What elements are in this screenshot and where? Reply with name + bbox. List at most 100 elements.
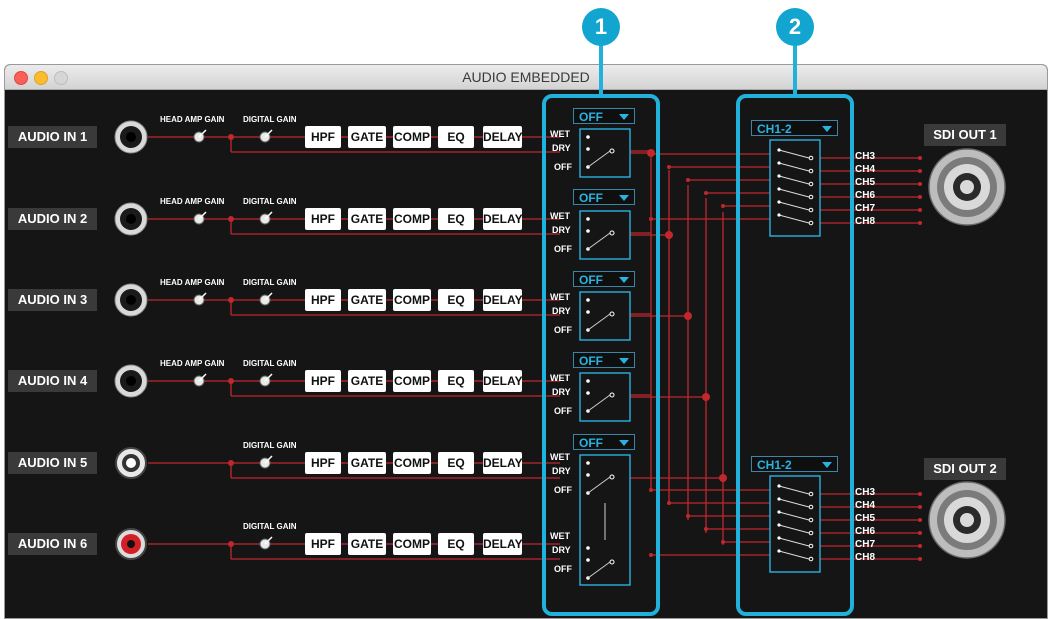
wet-label: WET bbox=[550, 531, 570, 541]
fx-delay-button[interactable]: DELAY bbox=[483, 126, 523, 148]
fx-delay-button[interactable]: DELAY bbox=[483, 370, 523, 392]
mix-mode-select[interactable]: OFF bbox=[573, 271, 635, 287]
fx-delay-button[interactable]: DELAY bbox=[483, 208, 523, 230]
mix-mode-select[interactable]: OFF bbox=[573, 108, 635, 124]
fx-hpf-button[interactable]: HPF bbox=[305, 452, 341, 474]
mix-mode-value: OFF bbox=[579, 354, 603, 368]
fx-comp-button[interactable]: COMP bbox=[393, 533, 431, 555]
audio-in-label: AUDIO IN 5 bbox=[8, 452, 97, 474]
channel-label: CH8 bbox=[855, 552, 876, 563]
fx-eq-button[interactable]: EQ bbox=[438, 289, 474, 311]
head-amp-gain-label: HEAD AMP GAIN bbox=[160, 197, 225, 206]
audio-in-label: AUDIO IN 4 bbox=[8, 370, 97, 392]
digital-gain-label: DIGITAL GAIN bbox=[243, 441, 297, 450]
off-label: OFF bbox=[554, 325, 572, 335]
audio-in-label: AUDIO IN 2 bbox=[8, 208, 97, 230]
callout-2-badge: 2 bbox=[776, 8, 814, 46]
off-label: OFF bbox=[554, 244, 572, 254]
chevron-down-icon bbox=[619, 114, 629, 120]
off-label: OFF bbox=[554, 485, 572, 495]
routing-panel-2 bbox=[736, 94, 854, 616]
mix-mode-value: OFF bbox=[579, 436, 603, 450]
callout-1-leader bbox=[599, 40, 603, 96]
fx-delay-button[interactable]: DELAY bbox=[483, 289, 523, 311]
fx-delay-button[interactable]: DELAY bbox=[483, 452, 523, 474]
dry-label: DRY bbox=[552, 466, 571, 476]
fx-delay-button[interactable]: DELAY bbox=[483, 533, 523, 555]
fx-gate-button[interactable]: GATE bbox=[348, 370, 386, 392]
digital-gain-label: DIGITAL GAIN bbox=[243, 197, 297, 206]
routing-select[interactable]: CH1-2 bbox=[751, 456, 838, 472]
fx-eq-button[interactable]: EQ bbox=[438, 208, 474, 230]
chevron-down-icon bbox=[822, 462, 832, 468]
fx-comp-button[interactable]: COMP bbox=[393, 452, 431, 474]
wet-label: WET bbox=[550, 211, 570, 221]
channel-label: CH6 bbox=[855, 526, 876, 537]
routing-select[interactable]: CH1-2 bbox=[751, 120, 838, 136]
channel-label: CH3 bbox=[855, 151, 876, 162]
fx-hpf-button[interactable]: HPF bbox=[305, 370, 341, 392]
channel-label: CH5 bbox=[855, 177, 876, 188]
fx-eq-button[interactable]: EQ bbox=[438, 126, 474, 148]
wet-label: WET bbox=[550, 129, 570, 139]
fx-gate-button[interactable]: GATE bbox=[348, 533, 386, 555]
channel-label: CH7 bbox=[855, 203, 876, 214]
fx-gate-button[interactable]: GATE bbox=[348, 208, 386, 230]
fx-eq-button[interactable]: EQ bbox=[438, 533, 474, 555]
mix-mode-value: OFF bbox=[579, 110, 603, 124]
chevron-down-icon bbox=[822, 126, 832, 132]
off-label: OFF bbox=[554, 162, 572, 172]
audio-in-label: AUDIO IN 1 bbox=[8, 126, 97, 148]
fx-comp-button[interactable]: COMP bbox=[393, 289, 431, 311]
head-amp-gain-label: HEAD AMP GAIN bbox=[160, 115, 225, 124]
audio-in-label: AUDIO IN 3 bbox=[8, 289, 97, 311]
chevron-down-icon bbox=[619, 195, 629, 201]
channel-label: CH6 bbox=[855, 190, 876, 201]
off-label: OFF bbox=[554, 564, 572, 574]
channel-label: CH3 bbox=[855, 487, 876, 498]
head-amp-gain-label: HEAD AMP GAIN bbox=[160, 278, 225, 287]
mix-mode-value: OFF bbox=[579, 191, 603, 205]
mix-mode-value: OFF bbox=[579, 273, 603, 287]
wet-label: WET bbox=[550, 292, 570, 302]
off-label: OFF bbox=[554, 406, 572, 416]
fx-eq-button[interactable]: EQ bbox=[438, 370, 474, 392]
audio-in-label: AUDIO IN 6 bbox=[8, 533, 97, 555]
sdi-out-1-label: SDI OUT 1 bbox=[924, 124, 1006, 146]
dry-label: DRY bbox=[552, 143, 571, 153]
fx-hpf-button[interactable]: HPF bbox=[305, 208, 341, 230]
chevron-down-icon bbox=[619, 277, 629, 283]
callout-2-leader bbox=[793, 40, 797, 96]
mix-mode-select[interactable]: OFF bbox=[573, 189, 635, 205]
fx-gate-button[interactable]: GATE bbox=[348, 452, 386, 474]
fx-gate-button[interactable]: GATE bbox=[348, 126, 386, 148]
wet-label: WET bbox=[550, 373, 570, 383]
dry-label: DRY bbox=[552, 306, 571, 316]
routing-select-value: CH1-2 bbox=[757, 458, 792, 472]
fx-comp-button[interactable]: COMP bbox=[393, 370, 431, 392]
callout-1-badge: 1 bbox=[582, 8, 620, 46]
channel-label: CH4 bbox=[855, 500, 876, 511]
sdi-out-2-label: SDI OUT 2 bbox=[924, 458, 1006, 480]
channel-label: CH5 bbox=[855, 513, 876, 524]
chevron-down-icon bbox=[619, 358, 629, 364]
digital-gain-label: DIGITAL GAIN bbox=[243, 115, 297, 124]
digital-gain-label: DIGITAL GAIN bbox=[243, 359, 297, 368]
mix-mode-select[interactable]: OFF bbox=[573, 352, 635, 368]
channel-label: CH7 bbox=[855, 539, 876, 550]
dry-label: DRY bbox=[552, 545, 571, 555]
fx-hpf-button[interactable]: HPF bbox=[305, 126, 341, 148]
signal-flow-diagram bbox=[114, 120, 1006, 586]
fx-eq-button[interactable]: EQ bbox=[438, 452, 474, 474]
channel-label: CH8 bbox=[855, 216, 876, 227]
fx-comp-button[interactable]: COMP bbox=[393, 126, 431, 148]
digital-gain-label: DIGITAL GAIN bbox=[243, 278, 297, 287]
fx-gate-button[interactable]: GATE bbox=[348, 289, 386, 311]
wet-label: WET bbox=[550, 452, 570, 462]
routing-select-value: CH1-2 bbox=[757, 122, 792, 136]
fx-hpf-button[interactable]: HPF bbox=[305, 289, 341, 311]
fx-hpf-button[interactable]: HPF bbox=[305, 533, 341, 555]
mix-mode-select[interactable]: OFF bbox=[573, 434, 635, 450]
digital-gain-label: DIGITAL GAIN bbox=[243, 522, 297, 531]
fx-comp-button[interactable]: COMP bbox=[393, 208, 431, 230]
